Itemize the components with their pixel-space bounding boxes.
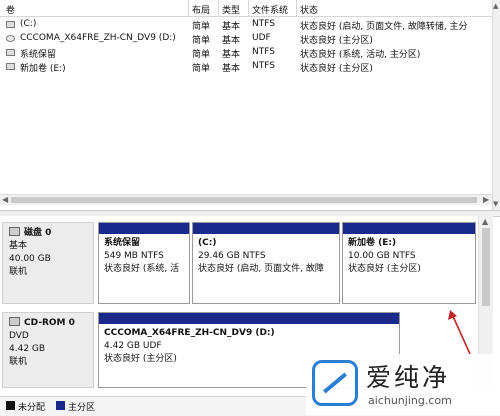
drive-icon [6,49,15,56]
column-divider[interactable] [218,0,219,16]
legend-unallocated-swatch [6,401,15,410]
column-header-type[interactable]: 类型 [222,3,240,16]
cd-drive-icon [6,35,15,42]
watermark: 爱纯净 aichunjing.com [306,354,500,415]
primary-partition-bar [99,313,399,324]
disk-0-label[interactable]: 磁盘 0 基本 40.00 GB 联机 [2,222,94,304]
drive-icon [6,63,15,70]
volume-row[interactable]: 系统保留 简单 基本 NTFS 状态良好 (系统, 活动, 主分区) [0,47,492,60]
primary-partition-bar [193,223,339,234]
column-header-layout[interactable]: 布局 [192,3,210,16]
scrollbar-thumb[interactable] [482,228,490,306]
disk-icon [9,227,20,236]
disk-0-row: 磁盘 0 基本 40.00 GB 联机 系统保留 549 MB NTFS 状态良… [2,222,476,304]
annotation-arrow-icon [448,310,471,355]
scroll-right-icon[interactable]: ▶ [483,195,489,204]
scroll-up-icon[interactable]: ▲ [493,2,498,10]
watermark-url: aichunjing.com [368,394,452,407]
scroll-left-icon[interactable]: ◀ [2,195,8,204]
partition-system-reserved[interactable]: 系统保留 549 MB NTFS 状态良好 (系统, 活 [98,222,190,304]
vertical-scrollbar[interactable]: ▲ ▼ [492,0,500,210]
watermark-logo-icon [312,360,358,406]
cdrom-0-label[interactable]: CD-ROM 0 DVD 4.42 GB 联机 [2,312,94,388]
legend-primary-label: 主分区 [68,403,96,413]
column-divider[interactable] [296,0,297,16]
watermark-text: 爱纯净 [366,363,451,392]
partition-e[interactable]: 新加卷 (E:) 10.00 GB NTFS 状态良好 (主分区) [342,222,476,304]
horizontal-scrollbar[interactable]: ◀ ▶ [0,194,492,205]
legend-unallocated-label: 未分配 [18,403,46,413]
primary-partition-bar [99,223,189,234]
column-header-volume[interactable]: 卷 [6,3,15,16]
scrollbar-thumb[interactable] [11,197,477,203]
volume-list: 卷 布局 类型 文件系统 状态 (C:) 简单 基本 NTFS 状态良好 (启动… [0,0,492,210]
cdrom-icon [9,317,20,326]
volume-list-header: 卷 布局 类型 文件系统 状态 [0,0,492,17]
column-header-status[interactable]: 状态 [300,3,318,16]
scroll-up-icon[interactable]: ▲ [482,217,488,226]
volume-row[interactable]: (C:) 简单 基本 NTFS 状态良好 (启动, 页面文件, 故障转储, 主分 [0,19,492,32]
volume-row[interactable]: CCCOMA_X64FRE_ZH-CN_DV9 (D:) 简单 基本 UDF 状… [0,33,492,46]
drive-icon [6,21,15,28]
volume-row[interactable]: 新加卷 (E:) 简单 基本 NTFS 状态良好 (主分区) [0,61,492,74]
column-header-filesystem[interactable]: 文件系统 [252,3,288,16]
column-divider[interactable] [248,0,249,16]
legend-primary-swatch [56,401,65,410]
scroll-down-icon[interactable]: ▼ [493,200,498,208]
partition-c[interactable]: (C:) 29.46 GB NTFS 状态良好 (启动, 页面文件, 故障 [192,222,340,304]
column-divider[interactable] [188,0,189,16]
primary-partition-bar [343,223,475,234]
